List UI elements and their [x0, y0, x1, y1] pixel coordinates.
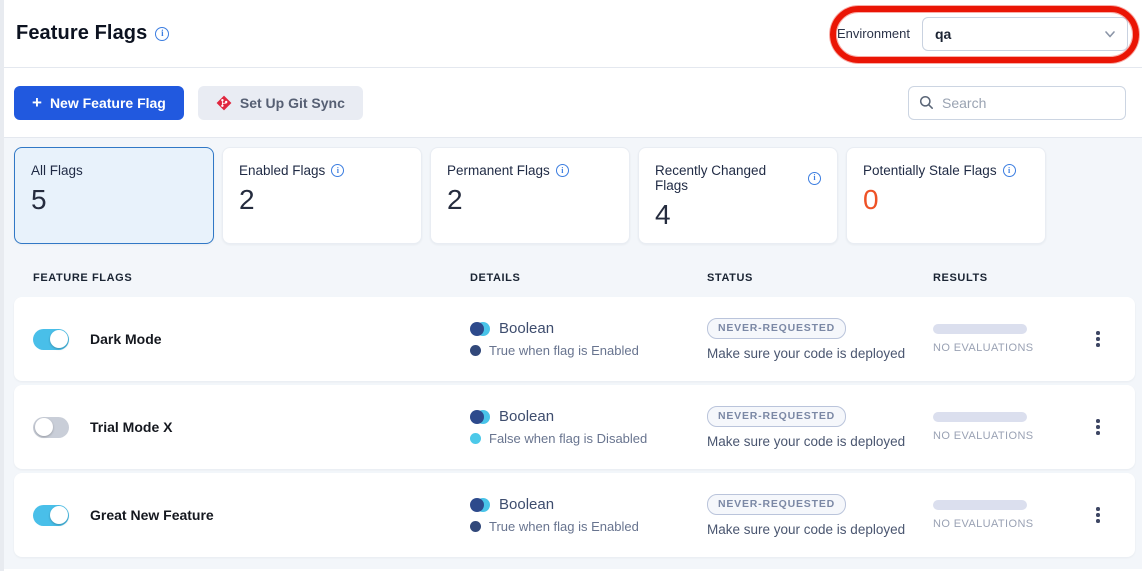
- info-icon[interactable]: [1003, 164, 1016, 177]
- results-text: NO EVALUATIONS: [933, 518, 1027, 530]
- evaluations-progress-bar: [933, 412, 1027, 422]
- column-details: DETAILS: [470, 272, 707, 284]
- git-diamond-icon: [216, 95, 232, 111]
- flag-name[interactable]: Dark Mode: [90, 331, 162, 347]
- stat-value: 2: [447, 184, 613, 216]
- boolean-type-icon: [470, 322, 490, 336]
- stat-value: 5: [31, 184, 197, 216]
- page-left-edge: [0, 0, 4, 571]
- variation-dot-icon: [470, 433, 481, 444]
- status-badge: NEVER-REQUESTED: [707, 494, 846, 515]
- flag-toggle[interactable]: [33, 505, 69, 526]
- kebab-menu-icon[interactable]: [1090, 501, 1106, 529]
- new-feature-flag-button[interactable]: + New Feature Flag: [14, 86, 184, 120]
- boolean-type-icon: [470, 410, 490, 424]
- column-results: RESULTS: [933, 272, 1061, 284]
- table-row: Great New Feature Boolean True when flag…: [14, 473, 1135, 557]
- status-badge: NEVER-REQUESTED: [707, 406, 846, 427]
- chevron-down-icon: [1103, 27, 1117, 41]
- results-text: NO EVALUATIONS: [933, 430, 1027, 442]
- flag-name[interactable]: Trial Mode X: [90, 419, 172, 435]
- stat-card-potentially-stale-flags[interactable]: Potentially Stale Flags 0: [846, 147, 1046, 244]
- search-input[interactable]: [942, 95, 1123, 111]
- kebab-menu-icon[interactable]: [1090, 413, 1106, 441]
- kebab-menu-icon[interactable]: [1090, 325, 1106, 353]
- status-text: Make sure your code is deployed: [707, 522, 933, 537]
- search-box: [908, 86, 1126, 120]
- environment-value: qa: [935, 26, 951, 42]
- evaluations-progress-bar: [933, 324, 1027, 334]
- status-text: Make sure your code is deployed: [707, 434, 933, 449]
- info-icon[interactable]: [808, 172, 821, 185]
- environment-dropdown[interactable]: qa: [922, 17, 1128, 51]
- info-icon[interactable]: [331, 164, 344, 177]
- boolean-type-icon: [470, 498, 490, 512]
- column-status: STATUS: [707, 272, 933, 284]
- plus-icon: +: [32, 94, 42, 111]
- stat-cards: All Flags 5 Enabled Flags 2 Permanent Fl…: [14, 147, 1142, 244]
- page-title: Feature Flags: [16, 22, 147, 45]
- results-text: NO EVALUATIONS: [933, 342, 1027, 354]
- status-badge: NEVER-REQUESTED: [707, 318, 846, 339]
- variation-dot-icon: [470, 345, 481, 356]
- environment-label: Environment: [837, 26, 910, 41]
- stat-card-permanent-flags[interactable]: Permanent Flags 2: [430, 147, 630, 244]
- stat-value: 2: [239, 184, 405, 216]
- content-area: All Flags 5 Enabled Flags 2 Permanent Fl…: [0, 138, 1142, 569]
- stat-card-all-flags[interactable]: All Flags 5: [14, 147, 214, 244]
- set-up-git-sync-button[interactable]: Set Up Git Sync: [198, 86, 363, 120]
- flag-toggle[interactable]: [33, 329, 69, 350]
- toolbar: + New Feature Flag Set Up Git Sync: [0, 68, 1142, 138]
- flag-toggle[interactable]: [33, 417, 69, 438]
- page-header: Feature Flags Environment qa: [0, 0, 1142, 68]
- variation-dot-icon: [470, 521, 481, 532]
- table-row: Trial Mode X Boolean False when flag is …: [14, 385, 1135, 469]
- column-feature-flags: FEATURE FLAGS: [33, 272, 470, 284]
- stat-card-recently-changed-flags[interactable]: Recently Changed Flags 4: [638, 147, 838, 244]
- table-header: FEATURE FLAGS DETAILS STATUS RESULTS: [14, 272, 1128, 284]
- evaluations-progress-bar: [933, 500, 1027, 510]
- info-icon[interactable]: [155, 27, 169, 41]
- environment-selector-group: Environment qa: [837, 17, 1128, 51]
- status-text: Make sure your code is deployed: [707, 346, 933, 361]
- stat-card-enabled-flags[interactable]: Enabled Flags 2: [222, 147, 422, 244]
- stat-value: 0: [863, 184, 1029, 216]
- flag-name[interactable]: Great New Feature: [90, 507, 214, 523]
- table-row: Dark Mode Boolean True when flag is Enab…: [14, 297, 1135, 381]
- search-icon: [919, 95, 934, 110]
- info-icon[interactable]: [556, 164, 569, 177]
- stat-value: 4: [655, 199, 821, 231]
